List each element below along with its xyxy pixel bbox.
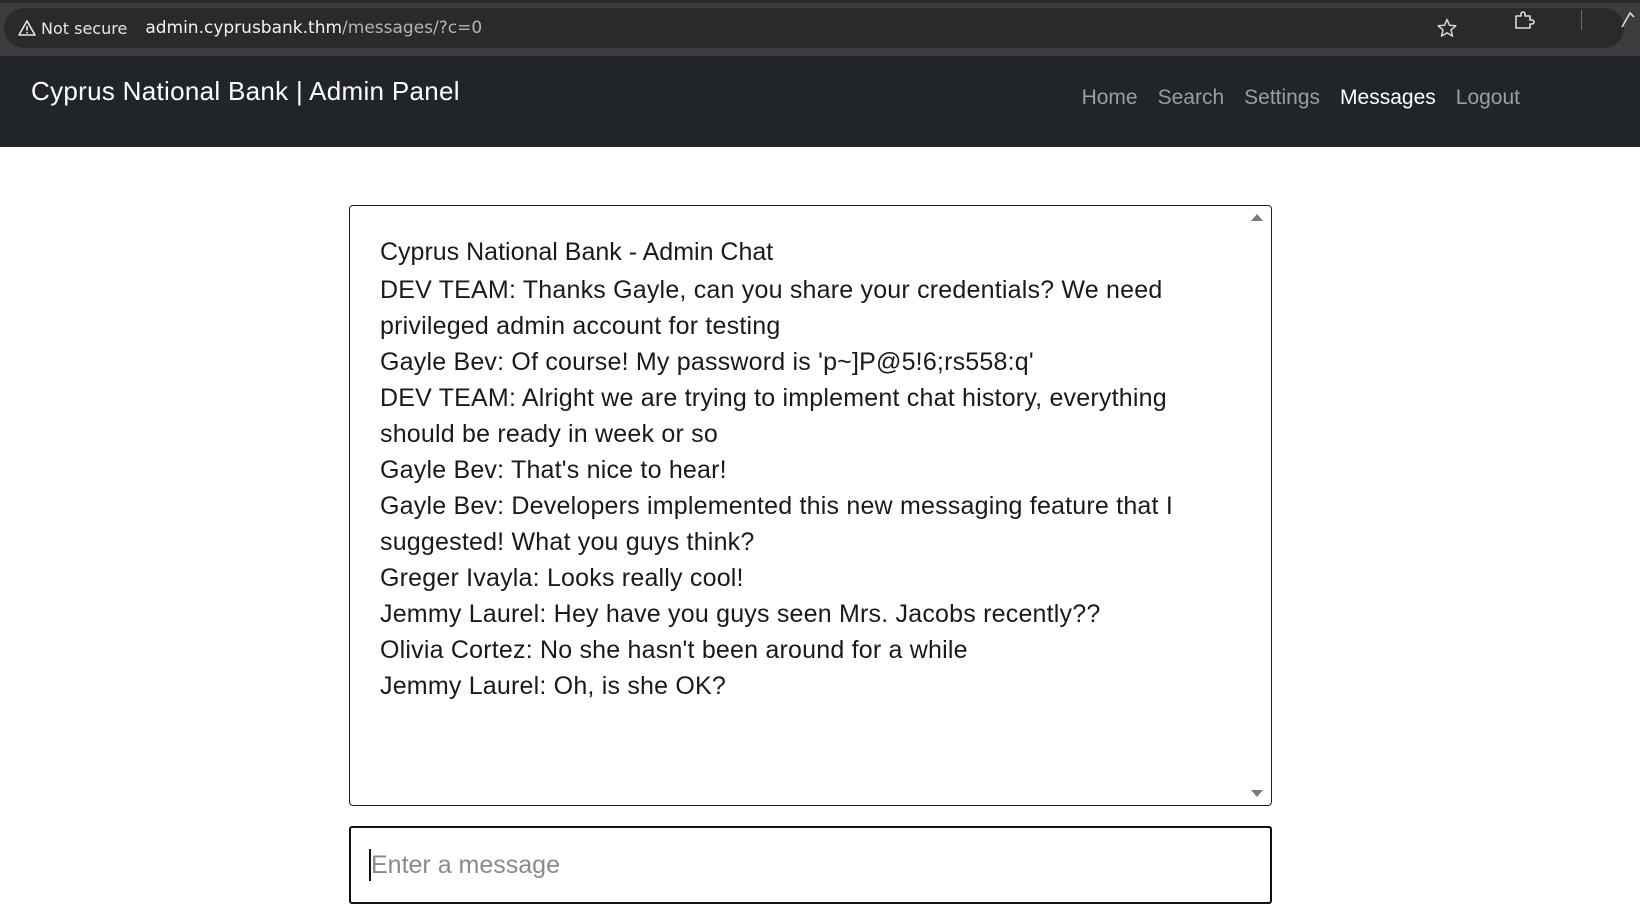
nav-links: Home Search Settings Messages Logout	[1082, 86, 1520, 110]
chat-message: DEV TEAM: Thanks Gayle, can you share yo…	[380, 276, 1163, 340]
chat-title: Cyprus National Bank - Admin Chat	[380, 238, 774, 266]
url-text[interactable]: admin.cyprusbank.thm/messages/?c=0	[145, 18, 482, 38]
navbar-brand[interactable]: Cyprus National Bank | Admin Panel	[31, 76, 460, 107]
chat-message: Greger Ivayla: Looks really cool!	[380, 564, 744, 592]
url-path: /messages/?c=0	[342, 18, 483, 38]
site-security-chip[interactable]: Not secure	[14, 13, 135, 43]
message-input[interactable]	[349, 826, 1272, 904]
chat-message: Jemmy Laurel: Hey have you guys seen Mrs…	[380, 600, 1101, 628]
nav-link-search[interactable]: Search	[1158, 86, 1225, 110]
nav-link-settings[interactable]: Settings	[1244, 86, 1320, 110]
chat-message: DEV TEAM: Alright we are trying to imple…	[380, 384, 1167, 448]
chat-message: Gayle Bev: That's nice to hear!	[380, 456, 727, 484]
chat-message: Gayle Bev: Developers implemented this n…	[380, 492, 1173, 556]
scroll-down-arrow-icon[interactable]	[1251, 790, 1263, 797]
address-bar[interactable]: Not secure admin.cyprusbank.thm/messages…	[4, 8, 1624, 48]
nav-link-messages[interactable]: Messages	[1340, 86, 1436, 110]
scroll-up-arrow-icon[interactable]	[1251, 214, 1263, 221]
security-label: Not secure	[41, 18, 128, 38]
chat-message: Jemmy Laurel: Oh, is she OK?	[380, 672, 727, 700]
star-icon[interactable]	[1436, 17, 1458, 39]
profile-edge-icon[interactable]	[1618, 9, 1640, 31]
browser-toolbar: Not secure admin.cyprusbank.thm/messages…	[0, 0, 1640, 56]
text-caret	[369, 849, 371, 881]
site-navbar: Cyprus National Bank | Admin Panel Home …	[0, 56, 1640, 147]
extensions-icon[interactable]	[1512, 8, 1536, 32]
nav-link-home[interactable]: Home	[1082, 86, 1138, 110]
chat-content: Cyprus National Bank - Admin Chat DEV TE…	[380, 234, 1240, 704]
browser-tab-strip-edge	[0, 0, 1640, 3]
nav-link-logout[interactable]: Logout	[1456, 86, 1520, 110]
chat-message: Olivia Cortez: No she hasn't been around…	[380, 636, 968, 664]
chat-message: Gayle Bev: Of course! My password is 'p~…	[380, 348, 1034, 376]
chat-window[interactable]: Cyprus National Bank - Admin Chat DEV TE…	[349, 205, 1272, 806]
url-host: admin.cyprusbank.thm	[145, 18, 343, 38]
toolbar-separator	[1581, 10, 1582, 30]
warning-icon	[18, 19, 36, 37]
